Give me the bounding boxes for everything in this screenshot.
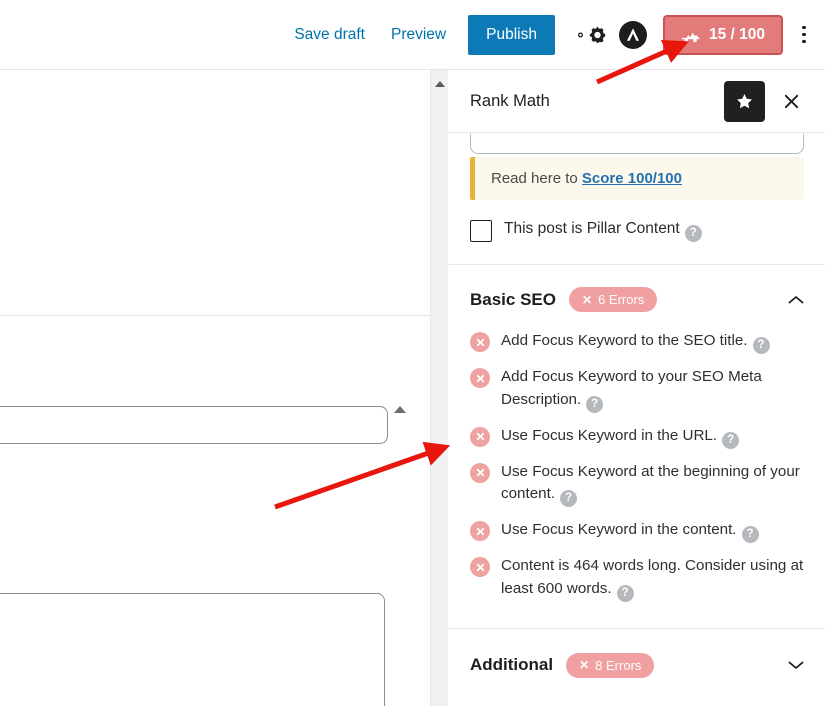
help-icon[interactable]: ? (752, 337, 770, 354)
list-item: Use Focus Keyword at the beginning of yo… (470, 461, 804, 507)
help-icon[interactable]: ? (684, 225, 702, 242)
seo-score-truck-icon (681, 32, 700, 42)
status-badge-label: 6 Errors (598, 292, 645, 307)
close-icon[interactable] (778, 88, 804, 114)
pillar-content-row[interactable]: This post is Pillar Content? (449, 200, 825, 265)
status-badge-label: 8 Errors (595, 657, 642, 673)
help-icon[interactable]: ? (616, 584, 634, 602)
collapse-caret-icon[interactable] (394, 406, 406, 413)
help-icon[interactable]: ? (560, 490, 578, 507)
list-item: Use Focus Keyword in the URL.? (470, 425, 804, 449)
settings-gear-button[interactable] (572, 18, 606, 52)
error-x-icon: ✕ (579, 658, 590, 672)
list-item-text: Add Focus Keyword to your SEO Meta Descr… (501, 368, 762, 408)
error-icon (470, 521, 490, 541)
save-draft-button[interactable]: Save draft (284, 20, 375, 50)
section-header-basic-seo[interactable]: Basic SEO ✕ 6 Errors (449, 265, 825, 330)
page-title: Rank Math (470, 91, 550, 110)
list-item: Add Focus Keyword to the SEO title.? (470, 330, 804, 354)
pillar-content-label: This post is Pillar Content? (504, 220, 702, 242)
rank-math-plugin-button[interactable] (616, 18, 650, 52)
score-notice-prefix: Read here to (491, 170, 582, 187)
chevron-down-icon[interactable] (788, 657, 804, 673)
list-item-label: Add Focus Keyword to your SEO Meta Descr… (501, 366, 804, 413)
error-icon (470, 557, 490, 577)
editor-screen: Save draft Preview Publish 15 / 100 Rank… (0, 0, 825, 706)
star-icon (737, 93, 752, 108)
section-header-additional[interactable]: Additional ✕ 8 Errors (449, 629, 825, 698)
score-star-button[interactable] (724, 80, 765, 122)
list-item-text: Use Focus Keyword at the beginning of yo… (501, 462, 800, 503)
basic-seo-check-list: Add Focus Keyword to the SEO title.? Add… (449, 330, 825, 629)
seo-score-badge[interactable]: 15 / 100 (662, 14, 783, 55)
error-icon (470, 368, 490, 388)
kebab-dot (802, 32, 806, 37)
seo-score-value: 15 / 100 (708, 25, 765, 43)
error-icon (470, 426, 490, 447)
score-notice-link[interactable]: Score 100/100 (582, 170, 682, 187)
list-item-label: Use Focus Keyword at the beginning of yo… (501, 461, 804, 507)
rank-math-sidebar: Rank Math Read here to Score 100/100 Thi… (449, 70, 825, 706)
list-item-label: Use Focus Keyword in the URL.? (501, 425, 740, 449)
list-item-label: Add Focus Keyword to the SEO title.? (501, 330, 770, 354)
help-icon[interactable]: ? (586, 395, 604, 413)
chevron-up-icon[interactable] (788, 292, 804, 308)
list-item-text: Content is 464 words long. Consider usin… (501, 557, 804, 597)
pillar-content-label-text: This post is Pillar Content (504, 220, 680, 237)
kebab-dot (802, 39, 806, 44)
list-item-label: Use Focus Keyword in the content.? (501, 519, 759, 543)
list-item: Use Focus Keyword in the content.? (470, 519, 804, 543)
status-badge: ✕ 6 Errors (569, 287, 658, 312)
pillar-content-checkbox[interactable] (470, 220, 492, 242)
list-item-text: Add Focus Keyword to the SEO title. (501, 332, 748, 349)
score-notice: Read here to Score 100/100 (470, 157, 804, 200)
sidebar-body: Read here to Score 100/100 This post is … (449, 133, 825, 698)
kebab-menu-icon[interactable] (789, 17, 819, 53)
error-icon (470, 332, 490, 352)
help-icon[interactable]: ? (741, 526, 759, 543)
editor-canvas[interactable] (0, 70, 430, 706)
help-icon[interactable]: ? (722, 431, 740, 449)
section-title: Additional (470, 655, 554, 674)
publish-button[interactable]: Publish (468, 14, 555, 55)
section-title: Basic SEO (470, 289, 556, 309)
scroll-up-arrow-icon[interactable] (435, 81, 445, 87)
editor-textarea-field[interactable] (0, 593, 385, 706)
gear-icon-shape (589, 26, 606, 43)
status-badge: ✕ 8 Errors (566, 652, 655, 678)
editor-input-field[interactable] (0, 406, 388, 444)
rank-math-logo-icon (618, 20, 647, 49)
list-item: Add Focus Keyword to your SEO Meta Descr… (470, 366, 804, 413)
editor-content-block[interactable] (0, 70, 430, 316)
list-item-label: Content is 464 words long. Consider usin… (501, 555, 804, 602)
error-x-icon: ✕ (582, 292, 593, 307)
list-item: Content is 464 words long. Consider usin… (470, 555, 804, 602)
editor-top-bar: Save draft Preview Publish 15 / 100 (0, 0, 825, 70)
editor-content-block[interactable] (0, 316, 430, 416)
preview-button[interactable]: Preview (381, 20, 456, 50)
list-item-text: Use Focus Keyword in the content. (501, 521, 737, 538)
list-item-text: Use Focus Keyword in the URL. (501, 426, 718, 444)
sidebar-header: Rank Math (449, 70, 825, 133)
kebab-dot (802, 25, 806, 30)
gear-icon (577, 32, 583, 37)
error-icon (470, 462, 490, 483)
editor-scrollbar[interactable] (430, 70, 448, 706)
